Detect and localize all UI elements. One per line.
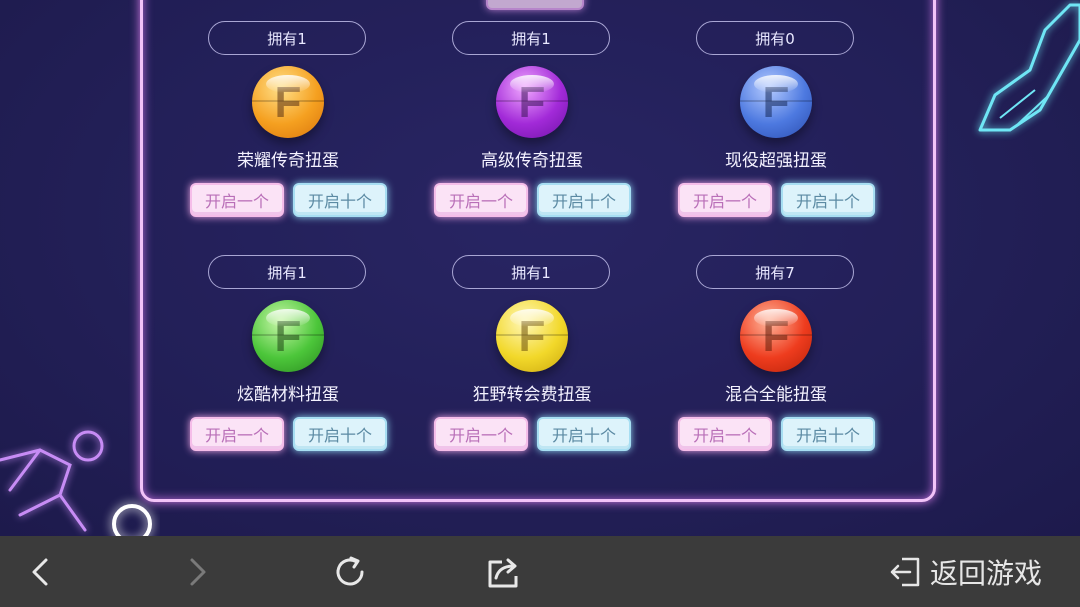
neon-runner-decoration — [0, 430, 152, 536]
owned-count: 拥有1 — [208, 255, 366, 289]
owned-count: 拥有0 — [696, 21, 854, 55]
gacha-ball-icon: F — [252, 300, 324, 372]
gacha-card: 拥有1 F 高级传奇扭蛋 开启一个 开启十个 — [434, 21, 642, 231]
return-game-label: 返回游戏 — [929, 557, 1042, 590]
open-one-button[interactable]: 开启一个 — [678, 183, 772, 217]
gacha-name: 现役超强扭蛋 — [725, 151, 827, 171]
share-icon[interactable] — [486, 554, 522, 590]
ball-shine — [754, 309, 798, 327]
exit-icon — [890, 557, 920, 587]
open-ten-button[interactable]: 开启十个 — [537, 417, 631, 451]
game-area: 拥有1 F 荣耀传奇扭蛋 开启一个 开启十个 拥有1 F 高级传奇扭蛋 开启一个… — [0, 0, 1080, 536]
gacha-ball-icon: F — [740, 300, 812, 372]
chevron-right-icon[interactable] — [178, 554, 214, 590]
gacha-card: 拥有1 F 炫酷材料扭蛋 开启一个 开启十个 — [190, 255, 398, 465]
ball-shine — [510, 75, 554, 93]
open-one-button[interactable]: 开启一个 — [190, 417, 284, 451]
gacha-name: 炫酷材料扭蛋 — [237, 385, 339, 405]
neon-shoe-decoration — [978, 3, 1080, 132]
open-one-button[interactable]: 开启一个 — [434, 183, 528, 217]
gacha-name: 混合全能扭蛋 — [725, 385, 827, 405]
gacha-card: 拥有0 F 现役超强扭蛋 开启一个 开启十个 — [678, 21, 886, 231]
gacha-card: 拥有1 F 狂野转会费扭蛋 开启一个 开启十个 — [434, 255, 642, 465]
refresh-icon[interactable] — [332, 554, 368, 590]
gacha-ball-icon: F — [496, 66, 568, 138]
return-game-button[interactable]: 返回游戏 — [888, 552, 1042, 592]
open-ten-button[interactable]: 开启十个 — [781, 183, 875, 217]
ball-shine — [266, 309, 310, 327]
open-one-button[interactable]: 开启一个 — [434, 417, 528, 451]
browser-bottom-bar: 返回游戏 — [0, 536, 1080, 607]
gacha-card: 拥有1 F 荣耀传奇扭蛋 开启一个 开启十个 — [190, 21, 398, 231]
open-ten-button[interactable]: 开启十个 — [293, 417, 387, 451]
open-ten-button[interactable]: 开启十个 — [537, 183, 631, 217]
owned-count: 拥有7 — [696, 255, 854, 289]
ball-shine — [510, 309, 554, 327]
gacha-name: 狂野转会费扭蛋 — [472, 385, 592, 405]
owned-count: 拥有1 — [452, 21, 610, 55]
open-one-button[interactable]: 开启一个 — [678, 417, 772, 451]
open-ten-button[interactable]: 开启十个 — [781, 417, 875, 451]
gacha-name: 荣耀传奇扭蛋 — [237, 151, 339, 171]
open-ten-button[interactable]: 开启十个 — [293, 183, 387, 217]
chevron-left-icon[interactable] — [24, 554, 60, 590]
owned-count: 拥有1 — [208, 21, 366, 55]
owned-count: 拥有1 — [452, 255, 610, 289]
ball-shine — [266, 75, 310, 93]
gacha-ball-icon: F — [740, 66, 812, 138]
ball-shine — [754, 75, 798, 93]
gacha-ball-icon: F — [496, 300, 568, 372]
gacha-ball-icon: F — [252, 66, 324, 138]
gacha-card: 拥有7 F 混合全能扭蛋 开启一个 开启十个 — [678, 255, 886, 465]
gacha-name: 高级传奇扭蛋 — [481, 151, 583, 171]
open-one-button[interactable]: 开启一个 — [190, 183, 284, 217]
